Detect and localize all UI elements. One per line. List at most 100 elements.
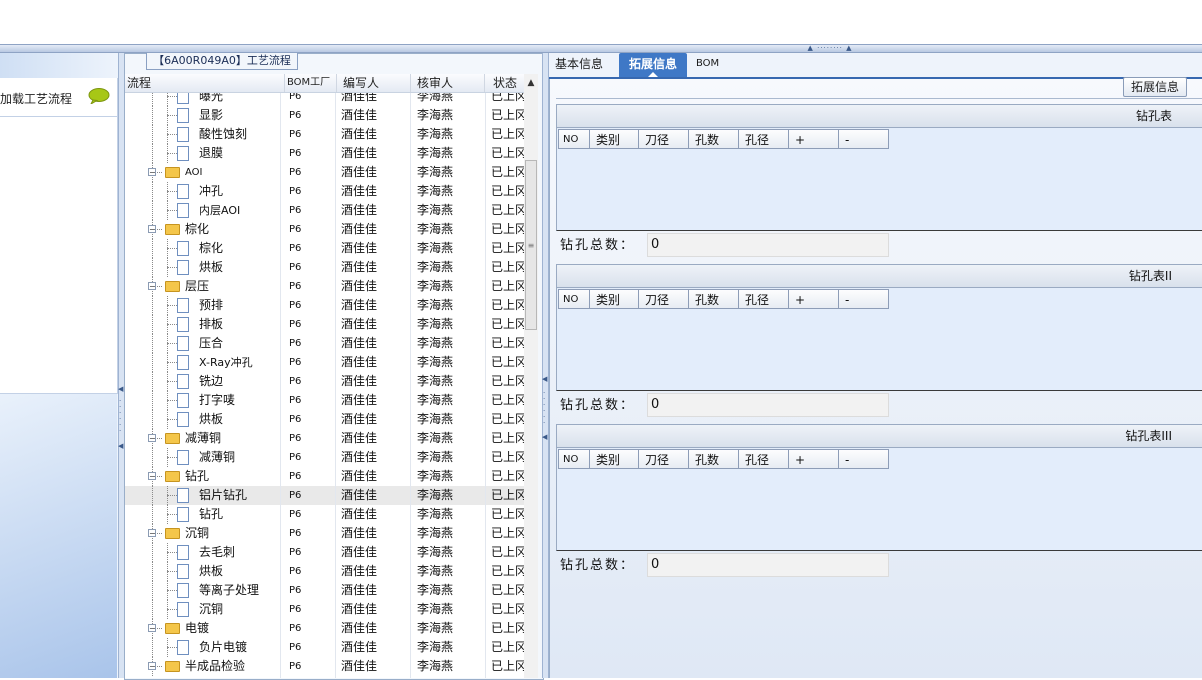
collapse-tree-icon[interactable]: ◀ — [542, 375, 547, 383]
tree-step-row[interactable]: 去毛刺 P6 酒佳佳 李海燕 已上冈 — [125, 543, 538, 562]
drill-table-header: 钻孔表III — [556, 424, 1202, 448]
tree-step-row[interactable]: 等离子处理 P6 酒佳佳 李海燕 已上冈 — [125, 581, 538, 600]
tree-step-row[interactable]: 曝光 P6 酒佳佳 李海燕 已上冈 — [125, 93, 538, 106]
collapse-node-icon[interactable]: − — [148, 529, 156, 538]
grid-column-header[interactable]: 类别 — [590, 449, 639, 469]
grid-column-header[interactable]: 刀径 — [639, 449, 689, 469]
col-status[interactable]: 状态 — [485, 74, 525, 92]
tree-step-row[interactable]: 压合 P6 酒佳佳 李海燕 已上冈 — [125, 334, 538, 353]
collapse-node-icon[interactable]: − — [148, 282, 156, 291]
grid-column-header[interactable]: 孔径 — [739, 449, 789, 469]
tree-step-row[interactable]: 酸性蚀刻 P6 酒佳佳 李海燕 已上冈 — [125, 125, 538, 144]
tree-step-row[interactable]: 减薄铜 P6 酒佳佳 李海燕 已上冈 — [125, 448, 538, 467]
tree-step-label: 曝光 — [199, 93, 224, 103]
grid-column-header[interactable]: 类别 — [590, 129, 639, 149]
scroll-up-arrow-icon[interactable]: ▲ — [524, 76, 538, 90]
tree-step-row[interactable]: 铣边 P6 酒佳佳 李海燕 已上冈 — [125, 372, 538, 391]
grid-column-header[interactable]: - — [839, 289, 889, 309]
expand-tree-icon[interactable]: ◀ — [542, 433, 547, 441]
collapse-node-icon[interactable]: − — [148, 168, 156, 177]
grid-column-header[interactable]: 孔数 — [689, 449, 739, 469]
tree-step-row[interactable]: X-Ray冲孔 P6 酒佳佳 李海燕 已上冈 — [125, 353, 538, 372]
col-writer[interactable]: 编写人 — [337, 74, 411, 92]
grid-column-header[interactable]: + — [789, 129, 839, 149]
grid-column-header[interactable]: 孔径 — [739, 129, 789, 149]
grid-column-header[interactable]: NO — [558, 289, 590, 309]
grid-column-header[interactable]: 刀径 — [639, 289, 689, 309]
tree-step-row[interactable]: 排板 P6 酒佳佳 李海燕 已上冈 — [125, 315, 538, 334]
writer-cell: 酒佳佳 — [341, 317, 378, 331]
drill-count-field[interactable]: 0 — [647, 233, 889, 257]
tree-step-row[interactable]: 烘板 P6 酒佳佳 李海燕 已上冈 — [125, 562, 538, 581]
tree-step-row[interactable]: 烘板 P6 酒佳佳 李海燕 已上冈 — [125, 410, 538, 429]
tree-step-label: 钻孔 — [199, 507, 224, 521]
tree-step-row[interactable]: 沉铜 P6 酒佳佳 李海燕 已上冈 — [125, 600, 538, 619]
tree-step-row[interactable]: 棕化 P6 酒佳佳 李海燕 已上冈 — [125, 239, 538, 258]
drill-count-field[interactable]: 0 — [647, 393, 889, 417]
divider — [556, 98, 1202, 99]
tree-folder-row[interactable]: − 钻孔 P6 酒佳佳 李海燕 已上冈 — [125, 467, 538, 486]
tree-folder-row[interactable]: − 减薄铜 P6 酒佳佳 李海燕 已上冈 — [125, 429, 538, 448]
tree-step-row[interactable]: 内层AOI P6 酒佳佳 李海燕 已上冈 — [125, 201, 538, 220]
right-splitter[interactable] — [542, 53, 549, 678]
tree-folder-row[interactable]: − 电镀 P6 酒佳佳 李海燕 已上冈 — [125, 619, 538, 638]
splitter-dots-icon[interactable]: · · · · · · — [119, 398, 121, 435]
document-icon — [177, 108, 189, 123]
folder-icon — [165, 661, 180, 672]
grid-column-header[interactable]: + — [789, 449, 839, 469]
splitter-grip-icon[interactable]: ▲ ········ ▲ — [796, 45, 864, 52]
drill-table-grid[interactable]: NO 类别 刀径 孔数 孔径 + - — [556, 448, 1202, 551]
writer-cell: 酒佳佳 — [341, 450, 378, 464]
col-flow[interactable]: 流程 — [125, 74, 285, 92]
grid-column-header[interactable]: 刀径 — [639, 129, 689, 149]
grid-column-header[interactable]: NO — [558, 449, 590, 469]
tree-folder-row[interactable]: − 层压 P6 酒佳佳 李海燕 已上冈 — [125, 277, 538, 296]
grid-column-header[interactable]: NO — [558, 129, 590, 149]
tree-step-row[interactable]: 负片电镀 P6 酒佳佳 李海燕 已上冈 — [125, 638, 538, 657]
collapse-node-icon[interactable]: − — [148, 662, 156, 671]
splitter-dots-icon-2[interactable]: · · · · · · — [543, 390, 545, 427]
tree-step-row[interactable]: 烘板 P6 酒佳佳 李海燕 已上冈 — [125, 258, 538, 277]
tab-basic-info[interactable]: 基本信息 — [555, 53, 603, 77]
tree-step-row[interactable]: 退膜 P6 酒佳佳 李海燕 已上冈 — [125, 144, 538, 163]
tree-step-label: 去毛刺 — [199, 545, 236, 559]
load-process-item[interactable]: 加载工艺流程 — [0, 78, 118, 117]
tree-step-row[interactable]: 显影 P6 酒佳佳 李海燕 已上冈 — [125, 106, 538, 125]
tree-step-row[interactable]: 打字唛 P6 酒佳佳 李海燕 已上冈 — [125, 391, 538, 410]
folder-icon — [165, 471, 180, 482]
top-splitter[interactable] — [0, 44, 1202, 53]
drill-table-grid[interactable]: NO 类别 刀径 孔数 孔径 + - — [556, 288, 1202, 391]
extended-info-button[interactable]: 拓展信息 — [1123, 77, 1187, 97]
tree-folder-row[interactable]: − 半成品检验 P6 酒佳佳 李海燕 已上冈 — [125, 657, 538, 676]
tree-folder-row[interactable]: − AOI P6 酒佳佳 李海燕 已上冈 — [125, 163, 538, 182]
tree-step-row[interactable]: 预排 P6 酒佳佳 李海燕 已上冈 — [125, 296, 538, 315]
grid-column-header[interactable]: + — [789, 289, 839, 309]
tree-folder-row[interactable]: − 沉铜 P6 酒佳佳 李海燕 已上冈 — [125, 524, 538, 543]
tree-step-row[interactable]: 冲孔 P6 酒佳佳 李海燕 已上冈 — [125, 182, 538, 201]
tree-step-row[interactable]: 铝片钻孔 P6 酒佳佳 李海燕 已上冈 — [125, 486, 538, 505]
writer-cell: 酒佳佳 — [341, 659, 378, 673]
drill-table-grid[interactable]: NO 类别 刀径 孔数 孔径 + - — [556, 128, 1202, 231]
collapse-node-icon[interactable]: − — [148, 472, 156, 481]
drill-table-title: 钻孔表 — [1135, 109, 1172, 123]
grid-column-header[interactable]: - — [839, 449, 889, 469]
grid-column-header[interactable]: - — [839, 129, 889, 149]
document-icon — [177, 545, 189, 560]
expand-left-icon[interactable]: ◀ — [118, 442, 123, 450]
scrollbar-thumb[interactable]: ≡ — [525, 160, 537, 330]
col-reviewer[interactable]: 核审人 — [411, 74, 485, 92]
collapse-node-icon[interactable]: − — [148, 434, 156, 443]
grid-column-header[interactable]: 类别 — [590, 289, 639, 309]
tab-bom[interactable]: BOM — [696, 53, 719, 77]
tree-folder-row[interactable]: − 棕化 P6 酒佳佳 李海燕 已上冈 — [125, 220, 538, 239]
collapse-node-icon[interactable]: − — [148, 225, 156, 234]
collapse-node-icon[interactable]: − — [148, 624, 156, 633]
folder-icon — [165, 224, 180, 235]
grid-column-header[interactable]: 孔数 — [689, 129, 739, 149]
col-bom[interactable]: BOM工厂 — [285, 74, 337, 92]
collapse-left-icon[interactable]: ◀ — [118, 385, 123, 393]
drill-count-field[interactable]: 0 — [647, 553, 889, 577]
grid-column-header[interactable]: 孔径 — [739, 289, 789, 309]
grid-column-header[interactable]: 孔数 — [689, 289, 739, 309]
tree-step-row[interactable]: 钻孔 P6 酒佳佳 李海燕 已上冈 — [125, 505, 538, 524]
